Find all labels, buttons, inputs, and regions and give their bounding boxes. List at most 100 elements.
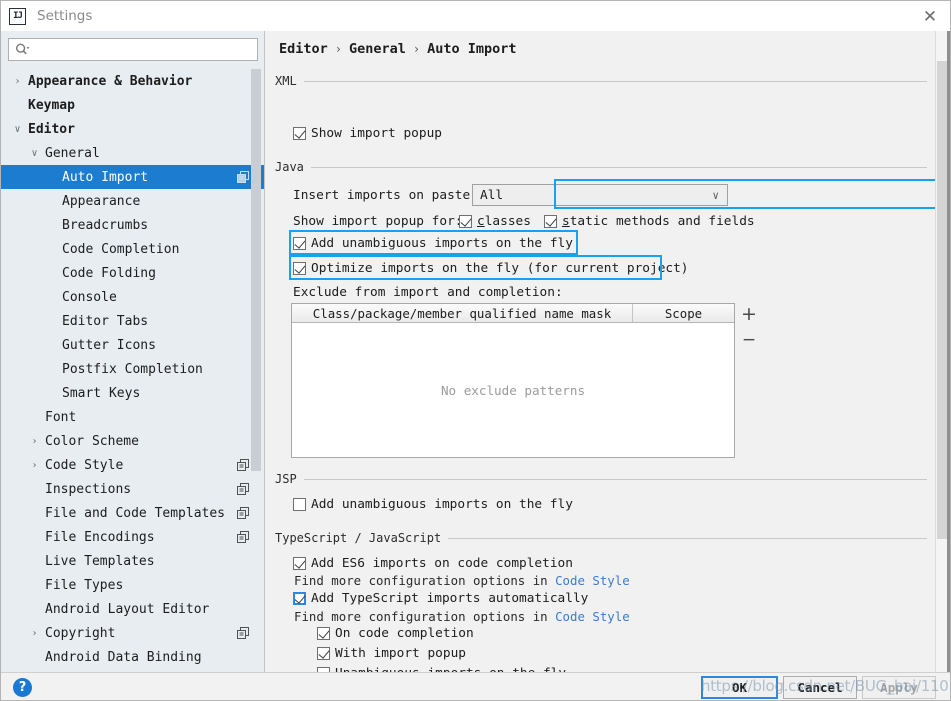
sidebar-item-keymap[interactable]: ›Keymap: [1, 93, 265, 117]
sidebar-item-gutter-icons[interactable]: ›Gutter Icons: [1, 333, 265, 357]
checkbox-box-icon[interactable]: [544, 215, 557, 228]
chevron-down-icon[interactable]: ∨: [28, 147, 41, 160]
sidebar-item-color-scheme[interactable]: ›Color Scheme: [1, 429, 265, 453]
sidebar-item-android-layout-editor[interactable]: ›Android Layout Editor: [1, 597, 265, 621]
sidebar-item-code-style[interactable]: ›Code Style: [1, 453, 265, 477]
checkbox-box-icon[interactable]: [293, 127, 306, 140]
sidebar-item-console[interactable]: ›Console: [1, 285, 265, 309]
table-column-header-mask[interactable]: Class/package/member qualified name mask: [292, 304, 633, 322]
sidebar-item-smart-keys[interactable]: ›Smart Keys: [1, 381, 265, 405]
checkbox-ts-on-code-completion[interactable]: On code completion: [317, 626, 474, 641]
code-style-link[interactable]: Code Style: [555, 573, 630, 588]
checkbox-ts-add-typescript-imports[interactable]: Add TypeScript imports automatically: [293, 591, 588, 606]
checkbox-label: Optimize imports on the fly (for current…: [311, 261, 689, 276]
checkbox-java-optimize-imports[interactable]: Optimize imports on the fly (for current…: [293, 261, 689, 276]
sidebar-item-code-completion[interactable]: ›Code Completion: [1, 237, 265, 261]
ok-button[interactable]: OK: [701, 676, 778, 699]
chevron-right-icon[interactable]: ›: [28, 627, 41, 640]
close-icon[interactable]: ✕: [918, 5, 942, 29]
checkbox-ts-add-es6-imports[interactable]: Add ES6 imports on code completion: [293, 556, 573, 571]
table-empty-message: No exclude patterns: [292, 323, 734, 457]
table-column-header-scope[interactable]: Scope: [633, 304, 734, 322]
breadcrumb-item-editor: Editor: [279, 41, 328, 57]
copy-settings-icon[interactable]: [237, 483, 249, 495]
settings-main-panel: Editor › General › Auto Import XML Show …: [265, 31, 935, 672]
sidebar-item-label: Appearance & Behavior: [28, 74, 192, 89]
search-icon: [15, 43, 30, 56]
help-icon[interactable]: ?: [13, 678, 32, 697]
checkbox-box-icon[interactable]: [459, 215, 472, 228]
table-header-row: Class/package/member qualified name mask…: [292, 304, 734, 323]
sidebar-item-general[interactable]: ∨General: [1, 141, 265, 165]
settings-tree[interactable]: › Appearance & Behavior ›Keymap ∨ Editor ∨Gen…: [1, 69, 265, 672]
checkbox-jsp-add-unambiguous-imports[interactable]: Add unambiguous imports on the fly: [293, 497, 573, 512]
chevron-down-icon[interactable]: ∨: [712, 189, 719, 202]
checkbox-box-icon[interactable]: [293, 557, 306, 570]
copy-settings-icon[interactable]: [237, 507, 249, 519]
insert-imports-on-paste-combobox[interactable]: All ∨: [472, 184, 728, 206]
remove-pattern-button[interactable]: −: [738, 329, 760, 351]
chevron-down-icon[interactable]: ∨: [11, 123, 24, 136]
code-style-link[interactable]: Code Style: [555, 609, 630, 624]
checkbox-box-icon[interactable]: [317, 647, 330, 660]
checkbox-java-static-methods-and-fields[interactable]: static methods and fields: [544, 214, 755, 229]
section-title-xml: XML: [275, 74, 304, 88]
section-typescript-javascript: TypeScript / JavaScript: [275, 530, 927, 546]
sidebar-item-label: Smart Keys: [62, 386, 140, 401]
sidebar-item-android-data-binding[interactable]: ›Android Data Binding: [1, 645, 265, 669]
copy-settings-icon[interactable]: [237, 531, 249, 543]
chevron-right-icon[interactable]: ›: [28, 435, 41, 448]
checkbox-box-icon[interactable]: [293, 592, 306, 605]
sidebar-item-file-and-code-templates[interactable]: ›File and Code Templates: [1, 501, 265, 525]
settings-sidebar: › Appearance & Behavior ›Keymap ∨ Editor ∨Gen…: [1, 31, 265, 672]
checkbox-ts-with-import-popup[interactable]: With import popup: [317, 646, 466, 661]
sidebar-item-appearance-behavior[interactable]: › Appearance & Behavior: [1, 69, 265, 93]
search-input[interactable]: [30, 40, 257, 59]
checkbox-label: lasses: [485, 214, 531, 229]
sidebar-item-appearance[interactable]: ›Appearance: [1, 189, 265, 213]
checkbox-java-classes[interactable]: classes: [459, 214, 531, 229]
sidebar-item-inspections[interactable]: ›Inspections: [1, 477, 265, 501]
breadcrumb-separator-icon: ›: [335, 42, 342, 56]
checkbox-box-icon[interactable]: [293, 498, 306, 511]
sidebar-item-copyright[interactable]: ›Copyright: [1, 621, 265, 645]
copy-settings-icon[interactable]: [237, 627, 249, 639]
checkbox-label: Add TypeScript imports automatically: [311, 591, 588, 606]
sidebar-item-postfix-completion[interactable]: ›Postfix Completion: [1, 357, 265, 381]
checkbox-box-icon[interactable]: [293, 237, 306, 250]
add-pattern-button[interactable]: +: [738, 303, 760, 325]
section-header-jsp: JSP: [275, 471, 927, 487]
sidebar-item-auto-import[interactable]: ›Auto Import: [1, 165, 265, 189]
settings-tree-rows: › Appearance & Behavior ›Keymap ∨ Editor ∨Gen…: [1, 69, 265, 669]
sidebar-item-editor-tabs[interactable]: ›Editor Tabs: [1, 309, 265, 333]
section-jsp: JSP: [275, 471, 927, 487]
sidebar-item-label: Editor: [28, 122, 75, 137]
checkbox-mnemonic: s: [562, 214, 570, 229]
section-header-typescript: TypeScript / JavaScript: [275, 530, 927, 546]
search-box[interactable]: [8, 38, 258, 61]
section-rule: [304, 479, 927, 480]
apply-button[interactable]: Apply: [862, 676, 936, 699]
checkbox-box-icon[interactable]: [293, 262, 306, 275]
chevron-right-icon[interactable]: ›: [28, 459, 41, 472]
sidebar-item-file-types[interactable]: ›File Types: [1, 573, 265, 597]
title-bar: IJ Settings ✕: [1, 1, 951, 31]
sidebar-item-font[interactable]: ›Font: [1, 405, 265, 429]
cancel-button[interactable]: Cancel: [783, 676, 857, 699]
checkbox-box-icon[interactable]: [317, 627, 330, 640]
checkbox-java-add-unambiguous-imports[interactable]: Add unambiguous imports on the fly: [293, 236, 573, 251]
section-xml: XML: [275, 73, 927, 89]
sidebar-item-code-folding[interactable]: ›Code Folding: [1, 261, 265, 285]
copy-settings-icon[interactable]: [237, 171, 249, 183]
exclude-patterns-table[interactable]: Class/package/member qualified name mask…: [291, 303, 735, 458]
chevron-right-icon[interactable]: ›: [11, 75, 24, 88]
sidebar-item-file-encodings[interactable]: ›File Encodings: [1, 525, 265, 549]
sidebar-item-label: Console: [62, 290, 117, 305]
sidebar-scrollbar-thumb[interactable]: [251, 69, 261, 471]
sidebar-item-live-templates[interactable]: ›Live Templates: [1, 549, 265, 573]
sidebar-item-editor[interactable]: ∨ Editor: [1, 117, 265, 141]
sidebar-item-breadcrumbs[interactable]: ›Breadcrumbs: [1, 213, 265, 237]
intellij-logo-icon: IJ: [9, 8, 26, 25]
checkbox-xml-show-import-popup[interactable]: Show import popup: [293, 126, 442, 141]
copy-settings-icon[interactable]: [237, 459, 249, 471]
